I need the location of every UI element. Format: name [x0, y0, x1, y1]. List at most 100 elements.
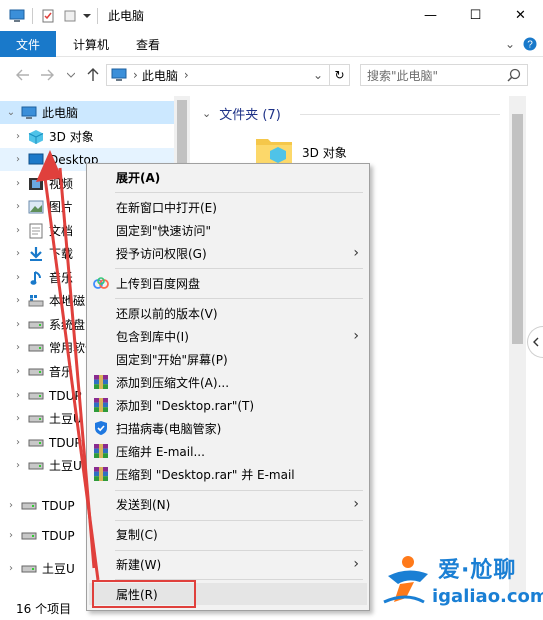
chevron-right-icon[interactable]: › — [11, 248, 25, 259]
menu-item-copy[interactable]: 复制(C) — [89, 523, 367, 545]
group-header[interactable]: ⌄ 文件夹 (7) — [202, 104, 281, 123]
menu-item-send-to[interactable]: 发送到(N) › — [89, 493, 367, 515]
chevron-right-icon[interactable]: › — [11, 201, 25, 212]
menu-item-label: 添加到压缩文件(A)... — [116, 375, 230, 390]
ribbon-expand-icon[interactable]: ⌄ — [502, 31, 518, 57]
chevron-right-icon[interactable]: › — [11, 131, 25, 142]
computer-icon[interactable] — [6, 0, 28, 31]
help-icon[interactable]: ? — [522, 31, 538, 57]
drive-icon — [21, 498, 37, 514]
chevron-right-icon[interactable]: › — [4, 563, 18, 574]
chevron-right-icon[interactable]: › — [11, 319, 25, 330]
address-dropdown-icon[interactable]: ⌄ — [313, 68, 323, 82]
content-scrollbar-thumb[interactable] — [512, 114, 523, 344]
submenu-arrow-icon: › — [353, 245, 359, 261]
address-bar[interactable]: › 此电脑 › ⌄ — [106, 64, 330, 86]
chevron-right-icon[interactable]: › — [11, 225, 25, 236]
menu-item-scan-virus[interactable]: 扫描病毒(电脑管家) — [89, 417, 367, 439]
menu-item-label: 授予访问权限(G) — [116, 246, 207, 261]
drive-icon — [21, 561, 37, 577]
computer-icon — [111, 68, 127, 82]
nav-item-this-pc[interactable]: ⌄ 此电脑 — [0, 101, 174, 124]
tab-computer[interactable]: 计算机 — [60, 31, 122, 57]
drive-icon — [28, 364, 44, 380]
minimize-button[interactable]: — — [408, 0, 453, 31]
menu-item-compress-rar-email[interactable]: 压缩到 "Desktop.rar" 并 E-mail — [89, 463, 367, 485]
nav-item-3d-objects[interactable]: › 3D 对象 — [0, 125, 174, 148]
menu-item-pin-quick-access[interactable]: 固定到"快速访问" — [89, 219, 367, 241]
refresh-button[interactable]: ↻ — [330, 64, 350, 86]
watermark-brand: 爱·尬聊 — [438, 558, 517, 583]
shield-icon — [93, 420, 109, 436]
chevron-right-icon[interactable]: › — [4, 500, 18, 511]
chevron-right-icon[interactable]: › — [11, 437, 25, 448]
menu-item-open-new-window[interactable]: 在新窗口中打开(E) — [89, 196, 367, 218]
video-icon — [28, 176, 44, 192]
menu-item-label: 还原以前的版本(V) — [116, 306, 218, 321]
chevron-down-icon[interactable]: ⌄ — [4, 107, 18, 118]
chevron-right-icon[interactable]: › — [11, 413, 25, 424]
menu-item-give-access[interactable]: 授予访问权限(G) › — [89, 242, 367, 264]
menu-item-add-archive[interactable]: 添加到压缩文件(A)... — [89, 371, 367, 393]
chevron-right-icon[interactable]: › — [11, 366, 25, 377]
tab-view[interactable]: 查看 — [126, 31, 170, 57]
chevron-down-icon[interactable]: ⌄ — [202, 107, 211, 120]
submenu-arrow-icon: › — [353, 328, 359, 344]
nav-item-label: TDUP — [49, 388, 82, 403]
collapse-handle-icon[interactable] — [527, 326, 543, 358]
chevron-right-icon[interactable]: › — [11, 178, 25, 189]
properties-icon[interactable] — [37, 0, 59, 31]
menu-item-baidu-upload[interactable]: 上传到百度网盘 — [89, 272, 367, 294]
back-arrow-icon[interactable] — [14, 66, 32, 84]
chevron-right-icon[interactable]: › — [11, 390, 25, 401]
recent-locations-icon[interactable] — [62, 66, 80, 84]
chevron-right-icon[interactable]: › — [11, 272, 25, 283]
nav-item-label: TDUP — [42, 528, 75, 543]
menu-item-label: 压缩到 "Desktop.rar" 并 E-mail — [116, 467, 295, 482]
forward-arrow-icon[interactable] — [38, 66, 56, 84]
menu-item-new[interactable]: 新建(W) › — [89, 553, 367, 575]
chevron-right-icon[interactable]: › — [11, 154, 25, 165]
path-chevron-icon[interactable]: › — [133, 68, 138, 82]
search-icon[interactable] — [507, 68, 521, 85]
chevron-right-icon[interactable]: › — [11, 460, 25, 471]
menu-item-expand[interactable]: 展开(A) — [89, 166, 367, 188]
nav-item-label: 此电脑 — [42, 106, 79, 120]
drive-icon — [28, 435, 44, 451]
menu-separator — [115, 192, 363, 193]
group-divider — [300, 114, 500, 115]
group-header-label: 文件夹 (7) — [219, 108, 281, 123]
title-bar: 此电脑 — ☐ ✕ — [0, 0, 543, 31]
drive-icon — [28, 411, 44, 427]
content-scrollbar[interactable] — [509, 96, 526, 594]
menu-item-add-desktop-rar[interactable]: 添加到 "Desktop.rar"(T) — [89, 394, 367, 416]
chevron-right-icon[interactable]: › — [11, 342, 25, 353]
tab-file[interactable]: 文件 — [0, 31, 56, 57]
menu-item-label: 发送到(N) — [116, 497, 171, 512]
menu-item-pin-start[interactable]: 固定到"开始"屏幕(P) — [89, 348, 367, 370]
new-folder-icon[interactable] — [59, 0, 81, 31]
chevron-right-icon[interactable]: › — [11, 295, 25, 306]
address-path[interactable]: 此电脑 — [142, 67, 178, 84]
menu-item-include-library[interactable]: 包含到库中(I) › — [89, 325, 367, 347]
svg-text:?: ? — [527, 40, 533, 51]
menu-item-label: 复制(C) — [116, 527, 158, 542]
nav-item-label: 土豆U — [49, 412, 82, 426]
path-chevron-icon[interactable]: › — [184, 68, 189, 82]
up-arrow-icon[interactable] — [84, 66, 102, 84]
menu-item-compress-email[interactable]: 压缩并 E-mail... — [89, 440, 367, 462]
nav-item-label: 土豆U — [49, 459, 82, 473]
quick-access-dropdown-icon[interactable] — [81, 0, 93, 31]
chevron-right-icon[interactable]: › — [4, 530, 18, 541]
search-input[interactable]: 搜索"此电脑" — [360, 64, 528, 86]
maximize-button[interactable]: ☐ — [453, 0, 498, 31]
nav-item-label: 音乐 — [49, 365, 74, 379]
drive-icon — [28, 340, 44, 356]
drive-icon — [21, 528, 37, 544]
menu-item-restore-versions[interactable]: 还原以前的版本(V) — [89, 302, 367, 324]
winrar-icon — [93, 443, 109, 459]
close-button[interactable]: ✕ — [498, 0, 543, 31]
nav-item-label: 3D 对象 — [49, 130, 94, 144]
folder-item-label: 3D 对象 — [302, 145, 347, 160]
watermark-logo: 爱·尬聊 igaliao.com — [380, 550, 543, 612]
